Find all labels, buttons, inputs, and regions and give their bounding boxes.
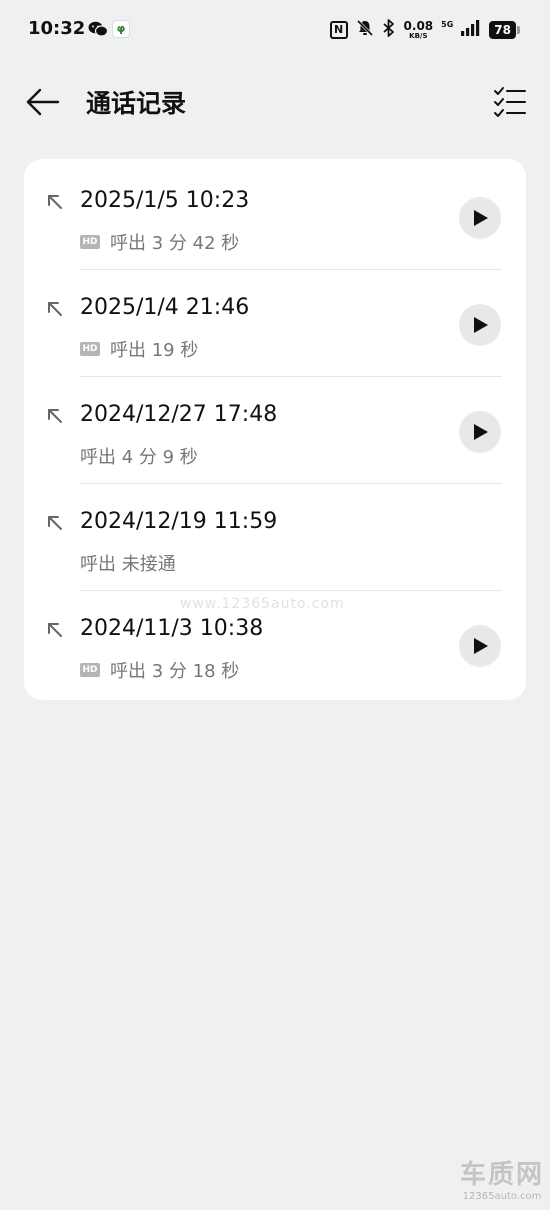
play-icon [474, 210, 488, 226]
play-recording-button[interactable] [459, 197, 501, 239]
call-datetime: 2024/12/19 11:59 [80, 509, 278, 534]
call-datetime: 2024/11/3 10:38 [80, 616, 264, 641]
call-datetime: 2025/1/5 10:23 [80, 188, 250, 213]
signal-icon [461, 20, 481, 40]
app-notification-icon: φ [112, 20, 130, 38]
network-speed: 0.08 KB/S [404, 20, 434, 40]
hd-badge: HD [80, 663, 100, 677]
watermark-logo-text: 车质网 [459, 1160, 544, 1190]
play-icon [474, 638, 488, 654]
outgoing-call-arrow-icon [48, 623, 62, 637]
call-record-item[interactable]: 2024/12/27 17:48 呼出 4 分 9 秒 [24, 377, 526, 484]
network-speed-unit: KB/S [409, 32, 428, 40]
call-detail-text: 呼出 19 秒 [110, 340, 199, 361]
watermark-logo: 车质网 12365auto.com [460, 1154, 544, 1202]
play-recording-button[interactable] [459, 411, 501, 453]
app-header: 通话记录 [0, 70, 550, 134]
outgoing-call-arrow-icon [48, 302, 62, 316]
call-records-list: 2025/1/5 10:23 HD 呼出 3 分 42 秒 2025/1/4 2… [24, 159, 526, 700]
call-detail: 呼出 4 分 9 秒 [80, 443, 198, 469]
call-detail-text: 呼出 3 分 18 秒 [110, 661, 240, 682]
arrow-left-icon [26, 88, 60, 116]
play-recording-button[interactable] [459, 625, 501, 667]
hd-badge: HD [80, 235, 100, 249]
outgoing-call-arrow-icon [48, 195, 62, 209]
call-record-item[interactable]: 2025/1/4 21:46 HD 呼出 19 秒 [24, 270, 526, 377]
bluetooth-icon [382, 19, 396, 41]
call-record-item[interactable]: 2025/1/5 10:23 HD 呼出 3 分 42 秒 [24, 163, 526, 270]
call-datetime: 2024/12/27 17:48 [80, 402, 278, 427]
outgoing-call-arrow-icon [48, 409, 62, 423]
hd-badge: HD [80, 342, 100, 356]
call-detail-text: 呼出 4 分 9 秒 [80, 447, 198, 468]
play-icon [474, 317, 488, 333]
call-detail-text: 呼出 3 分 42 秒 [110, 233, 240, 254]
call-detail: HD 呼出 3 分 42 秒 [80, 229, 239, 255]
call-detail: HD 呼出 19 秒 [80, 336, 198, 362]
multiselect-button[interactable] [492, 84, 528, 120]
wechat-icon [88, 21, 109, 41]
mute-bell-icon [356, 19, 374, 41]
status-time: 10:32 [28, 18, 86, 39]
status-indicators: N 0.08 KB/S 5G 78 [329, 18, 520, 42]
play-icon [474, 424, 488, 440]
play-recording-button[interactable] [459, 304, 501, 346]
call-detail: 呼出 未接通 [80, 550, 176, 576]
status-bar: 10:32 φ N 0.08 KB/S 5G 78 [0, 0, 550, 60]
outgoing-call-arrow-icon [48, 516, 62, 530]
call-detail-text: 呼出 未接通 [80, 554, 176, 575]
call-records-page: 10:32 φ N 0.08 KB/S 5G 78 通话记录 2025/1/5 … [0, 0, 550, 1210]
watermark-logo-sub: 12365auto.com [462, 1191, 542, 1202]
nfc-icon: N [329, 21, 348, 39]
network-speed-value: 0.08 [403, 19, 434, 33]
call-record-item[interactable]: 2024/12/19 11:59 呼出 未接通 [24, 484, 526, 591]
call-detail: HD 呼出 3 分 18 秒 [80, 657, 239, 683]
back-button[interactable] [22, 82, 62, 122]
checklist-icon [494, 87, 526, 117]
watermark-url: www.12365auto.com [180, 596, 345, 612]
call-datetime: 2025/1/4 21:46 [80, 295, 250, 320]
page-title: 通话记录 [86, 89, 187, 118]
battery-indicator: 78 [489, 21, 520, 39]
network-type-label: 5G [441, 20, 454, 29]
